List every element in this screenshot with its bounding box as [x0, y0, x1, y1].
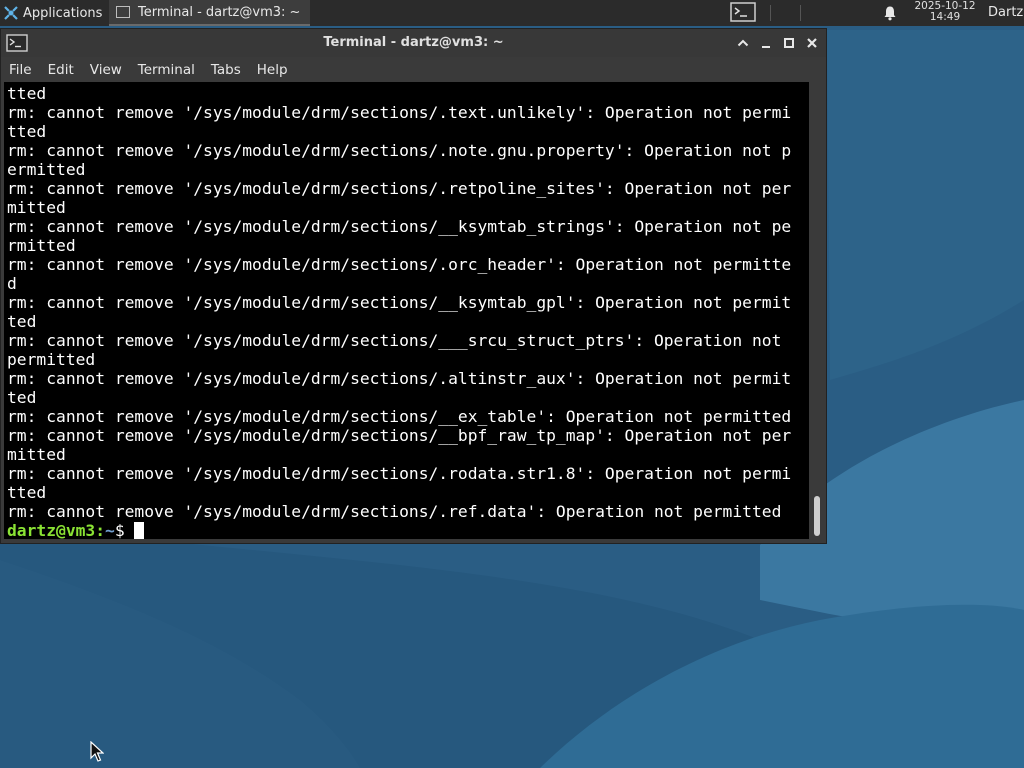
terminal-line: ted — [7, 388, 37, 407]
terminal-line: tted — [7, 483, 47, 502]
menu-view[interactable]: View — [86, 62, 130, 78]
clock[interactable]: 2025-10-12 14:49 — [906, 1, 984, 23]
chevron-up-icon[interactable] — [735, 35, 751, 51]
terminal-launcher-icon[interactable] — [730, 2, 756, 22]
terminal-line: rm: cannot remove '/sys/module/drm/secti… — [7, 464, 792, 483]
terminal-line: permitted — [7, 350, 96, 369]
terminal-scrollbar[interactable] — [809, 82, 826, 539]
applications-label: Applications — [23, 5, 103, 21]
prompt-symbol: $ — [114, 521, 135, 539]
menu-help[interactable]: Help — [253, 62, 296, 78]
applications-menu[interactable]: Applications — [0, 0, 108, 26]
close-icon[interactable] — [804, 35, 820, 51]
menu-terminal[interactable]: Terminal — [134, 62, 203, 78]
terminal-line: ted — [7, 312, 37, 331]
terminal-line: rm: cannot remove '/sys/module/drm/secti… — [7, 369, 792, 388]
window-titlebar[interactable]: Terminal - dartz@vm3: ~ — [1, 29, 826, 57]
top-panel: Applications Terminal - dartz@vm3: ~ 202… — [0, 0, 1024, 26]
terminal-icon — [116, 6, 130, 18]
text-cursor — [134, 522, 145, 539]
bell-icon[interactable] — [882, 5, 898, 21]
panel-separator — [770, 5, 771, 21]
terminal-line: tted — [7, 122, 47, 141]
terminal-output[interactable]: tted rm: cannot remove '/sys/module/drm/s… — [4, 82, 809, 539]
terminal-line: rm: cannot remove '/sys/module/drm/secti… — [7, 179, 792, 198]
user-menu[interactable]: Dartz — [988, 5, 1023, 20]
terminal-line: d — [7, 274, 17, 293]
terminal-prompt-line: dartz@vm3:~$ — [7, 521, 791, 539]
terminal-line: rm: cannot remove '/sys/module/drm/secti… — [7, 407, 792, 426]
terminal-line: ermitted — [7, 160, 86, 179]
terminal-line: rm: cannot remove '/sys/module/drm/secti… — [7, 103, 792, 122]
taskbar-terminal-button[interactable]: Terminal - dartz@vm3: ~ — [109, 0, 310, 26]
prompt-user: dartz@vm3 — [7, 521, 96, 539]
panel-separator — [800, 5, 801, 21]
prompt-path: ~ — [105, 521, 115, 539]
minimize-icon[interactable] — [758, 35, 774, 51]
taskbar-terminal-label: Terminal - dartz@vm3: ~ — [138, 4, 301, 20]
menu-tabs[interactable]: Tabs — [207, 62, 249, 78]
prompt-separator: : — [95, 521, 106, 539]
terminal-line: rm: cannot remove '/sys/module/drm/secti… — [7, 293, 792, 312]
clock-time: 14:49 — [929, 11, 961, 23]
terminal-line: rmitted — [7, 236, 76, 255]
terminal-line: rm: cannot remove '/sys/module/drm/secti… — [7, 426, 792, 445]
terminal-line: rm: cannot remove '/sys/module/drm/secti… — [7, 331, 792, 350]
window-title: Terminal - dartz@vm3: ~ — [323, 35, 504, 50]
terminal-line: rm: cannot remove '/sys/module/drm/secti… — [7, 141, 792, 160]
terminal-line: mitted — [7, 198, 66, 217]
menu-edit[interactable]: Edit — [44, 62, 82, 78]
scrollbar-thumb[interactable] — [814, 496, 820, 536]
menu-bar: File Edit View Terminal Tabs Help — [1, 57, 826, 82]
terminal-line: rm: cannot remove '/sys/module/drm/secti… — [7, 255, 792, 274]
terminal-line: rm: cannot remove '/sys/module/drm/secti… — [7, 502, 782, 521]
xfce-apps-icon — [4, 6, 18, 20]
mouse-pointer-icon — [90, 741, 104, 762]
terminal-line: rm: cannot remove '/sys/module/drm/secti… — [7, 217, 792, 236]
maximize-icon[interactable] — [781, 35, 797, 51]
terminal-line: mitted — [7, 445, 66, 464]
menu-file[interactable]: File — [5, 62, 40, 78]
terminal-window: Terminal - dartz@vm3: ~ File Edit View T… — [0, 28, 827, 544]
terminal-line: tted — [7, 84, 47, 103]
terminal-lines: tted rm: cannot remove '/sys/module/drm/s… — [7, 84, 791, 539]
